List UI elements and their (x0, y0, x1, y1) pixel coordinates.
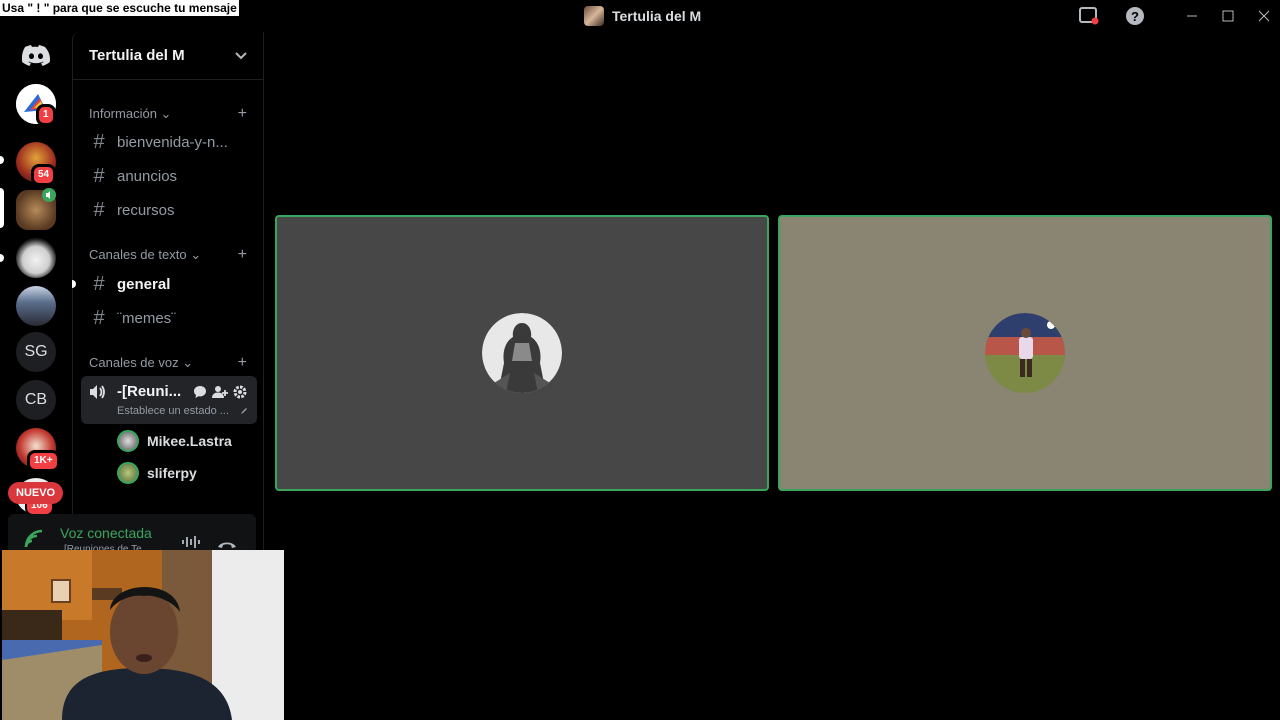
add-channel-icon[interactable]: + (238, 105, 247, 123)
voice-user-sliferpy[interactable]: sliferpy (117, 459, 197, 487)
guild-name: Tertulia del M (89, 47, 185, 64)
user-avatar (117, 430, 139, 452)
guild-header[interactable]: Tertulia del M (73, 32, 263, 80)
add-channel-icon[interactable]: + (238, 246, 247, 264)
unread-pill (0, 254, 4, 262)
new-badge: NUEVO (8, 482, 64, 504)
discord-home-button[interactable] (16, 36, 56, 76)
server-icon-4[interactable] (16, 286, 56, 326)
channel-name: bienvenida-y-n... (117, 133, 228, 151)
mention-badge: 54 (31, 164, 57, 186)
channel-name: ¨memes¨ (117, 309, 177, 327)
discord-logo-icon (22, 45, 50, 66)
server-initials: CB (24, 391, 48, 408)
category-label: Canales de texto ⌄ (89, 247, 202, 262)
category-label: Información ⌄ (89, 106, 172, 121)
hash-icon: # (93, 306, 105, 329)
channel-name: general (117, 275, 171, 293)
voice-channel-reuniones[interactable]: -[Reuni... Establece un estado ... (81, 376, 257, 424)
maximize-button[interactable] (1210, 0, 1246, 32)
chat-bubble-icon[interactable] (193, 385, 207, 399)
hash-icon: # (93, 272, 105, 295)
disconnect-icon[interactable] (217, 539, 237, 549)
server-icon-6[interactable]: 1K+ (16, 428, 60, 472)
window-title: Tertulia del M (584, 6, 701, 26)
noise-suppression-icon[interactable] (181, 535, 201, 549)
channel-name: recursos (117, 201, 175, 219)
server-icon-tertulia[interactable] (16, 188, 56, 230)
close-button[interactable] (1246, 0, 1280, 32)
help-icon[interactable]: ? (1125, 6, 1145, 26)
channel-bienvenida[interactable]: # bienvenida-y-n... (81, 126, 257, 158)
webcam-feed (2, 550, 284, 720)
stream-overlay-message: Usa " ! " para que se escuche tu mensaje (0, 0, 239, 16)
set-status-link[interactable]: Establece un estado ... (117, 405, 229, 417)
inbox-icon[interactable] (1079, 6, 1099, 26)
unread-badge: 1 (36, 104, 56, 126)
channel-general[interactable]: # general (81, 268, 257, 300)
category-voz[interactable]: Canales de voz ⌄ + (89, 353, 247, 373)
hash-icon: # (93, 198, 105, 221)
webcam-overlay (2, 550, 284, 720)
mention-badge: 1K+ (27, 450, 60, 472)
guild-avatar-icon (584, 6, 604, 26)
server-icon-1[interactable]: 54 (16, 142, 57, 186)
channel-recursos[interactable]: # recursos (81, 194, 257, 226)
channel-anuncios[interactable]: # anuncios (81, 160, 257, 192)
pencil-icon (241, 408, 247, 414)
hash-icon: # (93, 130, 105, 153)
voice-user-mikee[interactable]: Mikee.Lastra (117, 427, 232, 455)
category-informacion[interactable]: Información ⌄ + (89, 104, 247, 124)
voice-user-name: sliferpy (147, 465, 197, 481)
svg-text:?: ? (1131, 9, 1139, 24)
voice-user-name: Mikee.Lastra (147, 433, 232, 449)
channel-memes[interactable]: # ¨memes¨ (81, 302, 257, 334)
user-avatar (482, 313, 562, 393)
user-avatar (985, 313, 1065, 393)
server-icon-3[interactable] (16, 238, 56, 278)
server-icon-cb[interactable]: CB (16, 380, 56, 420)
direct-messages-avatar[interactable]: 1 (16, 84, 56, 126)
unread-indicator (72, 280, 76, 288)
voice-connection-panel: Voz conectada [Reuniones de Te... (8, 514, 256, 555)
voice-active-icon (42, 188, 56, 202)
server-icon-sg[interactable]: SG (16, 332, 56, 372)
hash-icon: # (93, 164, 105, 187)
video-tile-mikee[interactable] (275, 215, 769, 491)
speaker-icon (90, 385, 105, 399)
selected-pill (0, 188, 4, 228)
user-avatar (117, 462, 139, 484)
window-title-text: Tertulia del M (612, 8, 702, 24)
video-tile-sliferpy[interactable] (778, 215, 1272, 491)
unread-pill (0, 156, 4, 164)
minimize-button[interactable] (1174, 0, 1210, 32)
category-label: Canales de voz ⌄ (89, 355, 194, 370)
voice-connected-status: Voz conectada (60, 525, 152, 541)
voice-channel-name: -[Reuni... (117, 383, 182, 400)
connection-signal-icon[interactable] (23, 528, 45, 550)
server-initials: SG (24, 343, 48, 360)
category-texto[interactable]: Canales de texto ⌄ + (89, 245, 247, 265)
chevron-down-icon (235, 51, 247, 59)
channel-name: anuncios (117, 167, 178, 185)
add-channel-icon[interactable]: + (238, 354, 247, 372)
invite-user-icon[interactable] (212, 385, 228, 399)
gear-icon[interactable] (232, 384, 248, 400)
